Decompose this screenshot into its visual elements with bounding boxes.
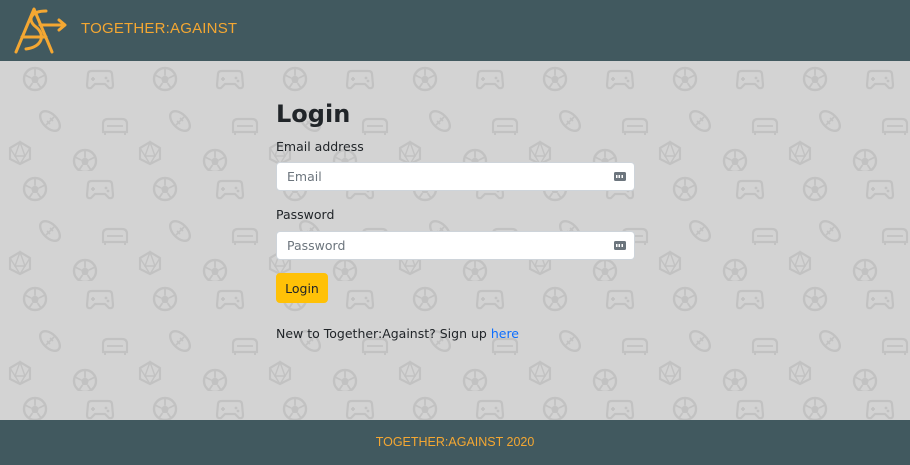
login-button[interactable]: Login	[276, 273, 328, 303]
password-field-box[interactable]	[276, 231, 635, 260]
signup-prompt: New to Together:Against? Sign up here	[276, 326, 519, 341]
email-label: Email address	[276, 139, 364, 154]
footer: TOGETHER:AGAINST 2020	[0, 420, 910, 465]
footer-copyright: TOGETHER:AGAINST 2020	[375, 435, 535, 449]
top-navbar: TOGETHER:AGAINST	[0, 0, 910, 61]
email-input[interactable]	[277, 163, 607, 190]
password-label: Password	[276, 207, 335, 222]
email-field-box[interactable]	[276, 162, 635, 191]
login-heading: Login	[276, 100, 351, 128]
together-against-logo-icon[interactable]	[12, 5, 70, 55]
brand-name[interactable]: TOGETHER:AGAINST	[81, 20, 237, 37]
signup-text: New to Together:Against? Sign up	[276, 326, 491, 341]
password-input[interactable]	[277, 232, 607, 259]
signup-link[interactable]: here	[491, 326, 519, 341]
password-manager-key-icon[interactable]	[614, 241, 626, 250]
password-manager-key-icon[interactable]	[614, 172, 626, 181]
